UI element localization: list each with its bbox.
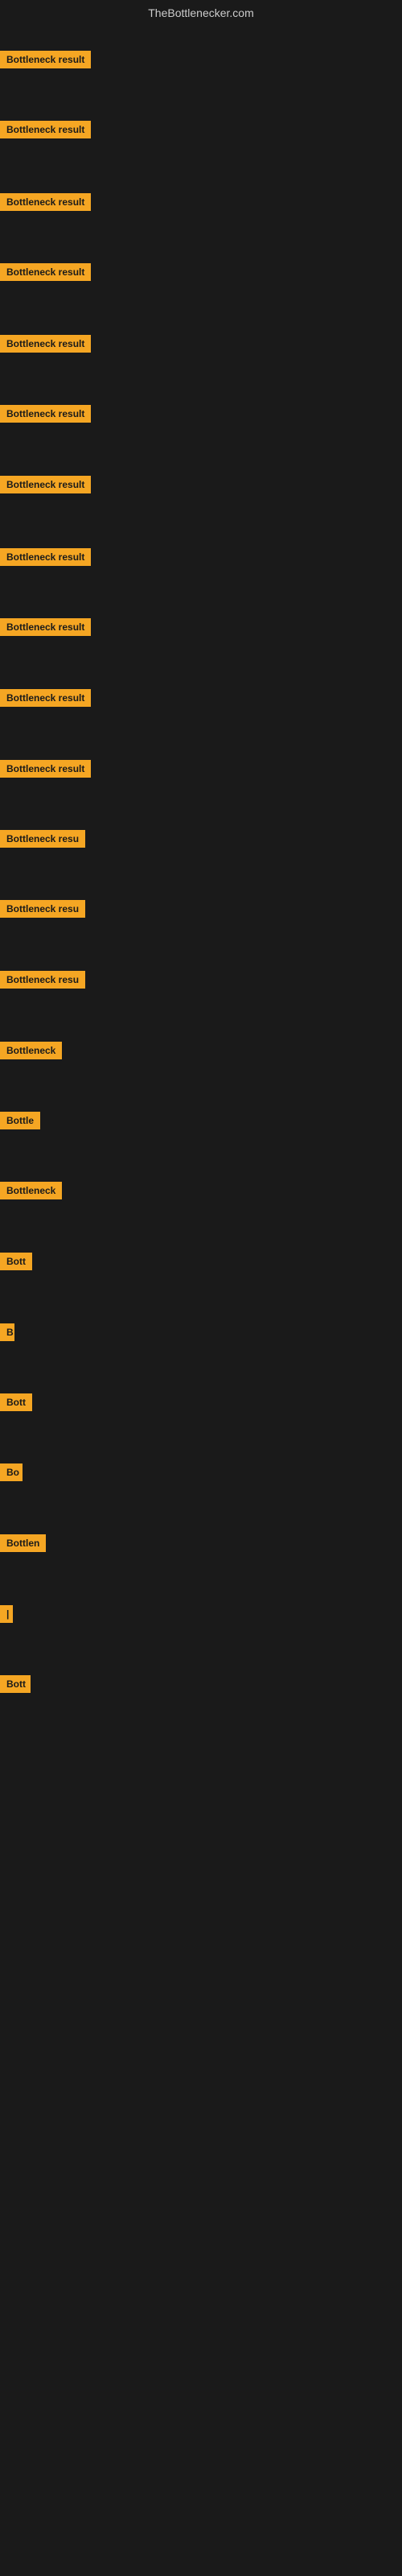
bottleneck-result-item: Bott	[0, 1253, 32, 1274]
bottleneck-badge[interactable]: Bottle	[0, 1112, 40, 1129]
bottleneck-badge[interactable]: Bottleneck result	[0, 760, 91, 778]
bottleneck-result-item: Bottleneck result	[0, 193, 91, 215]
bottleneck-badge[interactable]: Bott	[0, 1393, 32, 1411]
bottleneck-result-item: Bottle	[0, 1112, 40, 1133]
bottleneck-badge[interactable]: Bottleneck resu	[0, 830, 85, 848]
bottleneck-badge[interactable]: Bottleneck result	[0, 618, 91, 636]
bottleneck-result-item: Bottleneck result	[0, 405, 91, 427]
bottleneck-badge[interactable]: Bottleneck result	[0, 405, 91, 423]
bottleneck-badge[interactable]: Bott	[0, 1675, 31, 1693]
bottleneck-result-item: Bottleneck result	[0, 335, 91, 357]
bottleneck-result-item: Bottleneck result	[0, 689, 91, 711]
bottleneck-result-item: Bottleneck	[0, 1182, 62, 1203]
bottleneck-result-item: Bottleneck result	[0, 51, 91, 72]
bottleneck-badge[interactable]: Bo	[0, 1463, 23, 1481]
bottleneck-result-item: Bottleneck result	[0, 760, 91, 782]
bottleneck-badge[interactable]: Bottleneck result	[0, 689, 91, 707]
bottleneck-badge[interactable]: |	[0, 1605, 13, 1623]
bottleneck-badge[interactable]: Bottleneck result	[0, 476, 91, 493]
bottleneck-result-item: Bottlen	[0, 1534, 46, 1556]
bottleneck-badge[interactable]: Bottleneck	[0, 1042, 62, 1059]
bottleneck-result-item: Bo	[0, 1463, 23, 1485]
bottleneck-badge[interactable]: Bottleneck result	[0, 548, 91, 566]
bottleneck-result-item: |	[0, 1605, 13, 1627]
bottleneck-badge[interactable]: Bottleneck result	[0, 51, 91, 68]
bottleneck-badge[interactable]: Bottleneck result	[0, 335, 91, 353]
bottleneck-result-item: Bottleneck result	[0, 476, 91, 497]
bottleneck-result-item: Bottleneck resu	[0, 830, 85, 852]
bottleneck-badge[interactable]: Bottleneck result	[0, 263, 91, 281]
bottleneck-result-item: Bott	[0, 1393, 32, 1415]
bottleneck-badge[interactable]: Bottleneck resu	[0, 900, 85, 918]
bottleneck-result-item: Bottleneck	[0, 1042, 62, 1063]
site-header: TheBottlenecker.com	[0, 0, 402, 29]
bottleneck-result-item: Bottleneck resu	[0, 900, 85, 922]
bottleneck-badge[interactable]: Bottleneck resu	[0, 971, 85, 989]
bottleneck-badge[interactable]: Bott	[0, 1253, 32, 1270]
bottleneck-result-item: Bottleneck result	[0, 121, 91, 142]
bottleneck-badge[interactable]: Bottleneck result	[0, 121, 91, 138]
bottleneck-badge[interactable]: B	[0, 1323, 14, 1341]
bottleneck-badge[interactable]: Bottlen	[0, 1534, 46, 1552]
bottleneck-result-item: Bottleneck result	[0, 618, 91, 640]
bottleneck-result-item: B	[0, 1323, 14, 1345]
bottleneck-result-item: Bottleneck result	[0, 548, 91, 570]
bottleneck-badge[interactable]: Bottleneck	[0, 1182, 62, 1199]
bottleneck-result-item: Bottleneck resu	[0, 971, 85, 993]
bottleneck-result-item: Bott	[0, 1675, 31, 1697]
bottleneck-badge[interactable]: Bottleneck result	[0, 193, 91, 211]
bottleneck-result-item: Bottleneck result	[0, 263, 91, 285]
